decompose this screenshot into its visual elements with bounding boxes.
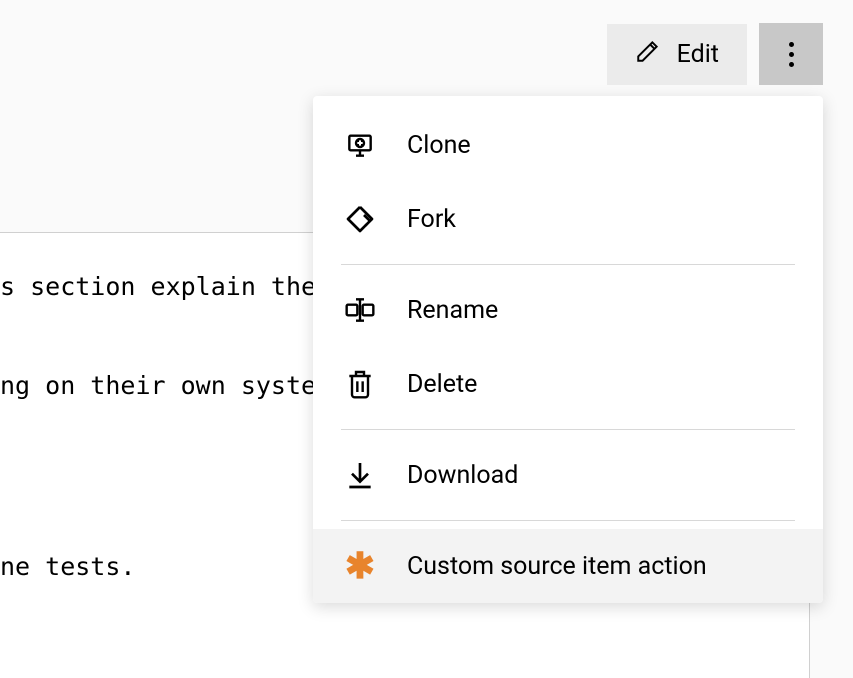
menu-label: Clone (407, 131, 471, 160)
menu-item-rename[interactable]: Rename (313, 273, 823, 347)
menu-item-custom-action[interactable]: ✱ Custom source item action (313, 529, 823, 603)
menu-item-download[interactable]: Download (313, 438, 823, 512)
clone-icon (343, 128, 377, 162)
toolbar: Edit (607, 23, 823, 85)
more-button[interactable] (759, 23, 823, 85)
menu-divider (341, 429, 795, 430)
more-vertical-icon (789, 42, 794, 67)
menu-divider (341, 520, 795, 521)
menu-label: Rename (407, 296, 498, 325)
dropdown-menu: Clone Fork Rename (313, 96, 823, 603)
menu-item-fork[interactable]: Fork (313, 182, 823, 256)
menu-label: Fork (407, 205, 456, 234)
fork-icon (343, 202, 377, 236)
menu-item-clone[interactable]: Clone (313, 108, 823, 182)
download-icon (343, 458, 377, 492)
menu-label: Delete (407, 370, 477, 399)
edit-button[interactable]: Edit (607, 24, 747, 85)
trash-icon (343, 367, 377, 401)
rename-icon (343, 293, 377, 327)
pencil-icon (635, 38, 661, 71)
menu-label: Custom source item action (407, 552, 707, 581)
menu-label: Download (407, 461, 518, 490)
edit-label: Edit (677, 40, 719, 69)
asterisk-icon: ✱ (343, 549, 377, 583)
menu-divider (341, 264, 795, 265)
menu-item-delete[interactable]: Delete (313, 347, 823, 421)
